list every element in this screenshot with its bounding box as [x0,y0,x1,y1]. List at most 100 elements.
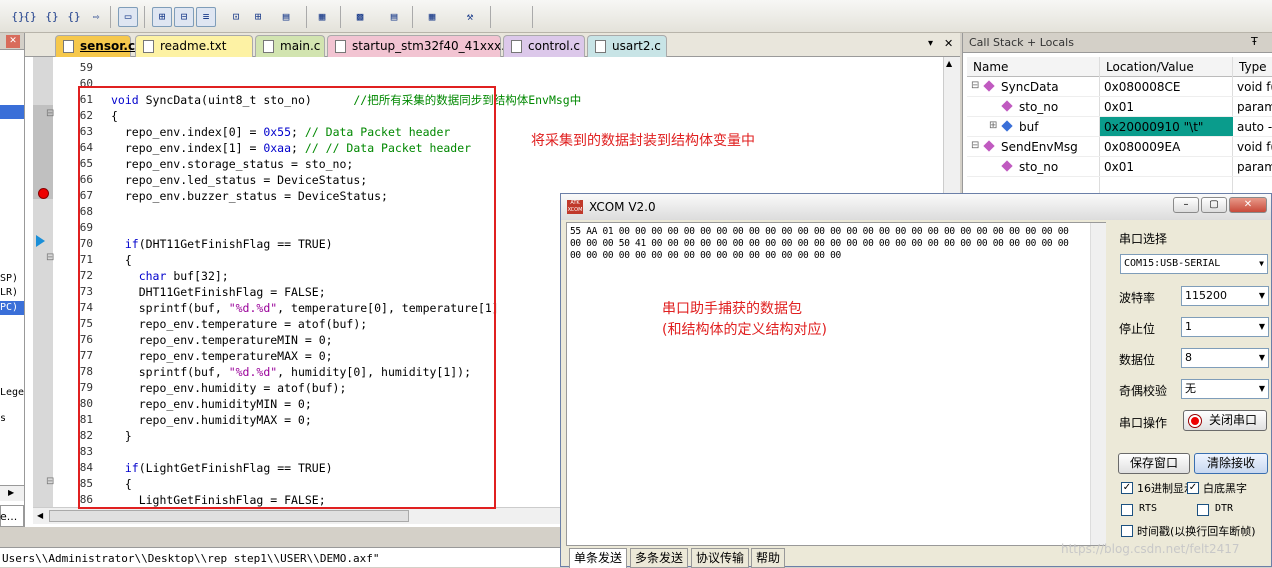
row-value: 0x20000910 "\t" [1100,117,1233,136]
port-select[interactable]: COM15:USB-SERIAL ▼ [1120,254,1268,274]
expander-icon[interactable]: ⊟ [971,80,979,91]
column-header-type[interactable]: Type [1239,60,1267,74]
hex-display-checkbox[interactable]: ✓ [1121,482,1133,494]
tab-usart2-c[interactable]: usart2.c [587,35,667,57]
call-stack-title: Call Stack + Locals [969,36,1074,49]
breakpoint-gutter[interactable] [33,57,53,507]
tab-control-c[interactable]: control.c [503,35,585,57]
fold-icon[interactable]: ⊟ [46,108,54,119]
tab-startup-stm32f40-41xxx-s[interactable]: startup_stm32f40_41xxx.s [327,35,511,57]
parity-select[interactable]: 无 ▼ [1181,379,1269,399]
call-stack-row[interactable]: ⊟ SendEnvMsg 0x080009EA void f( [967,137,1272,157]
white-bg-checkbox[interactable]: ✓ [1187,482,1199,494]
left-fragment: SP) [0,273,19,284]
toolbar-separator [144,6,145,28]
close-icon[interactable]: ✕ [6,35,20,48]
row-name: SyncData [1001,80,1059,94]
column-header-name[interactable]: Name [973,60,1008,74]
scroll-right-icon[interactable]: ▶ [8,488,14,497]
close-port-button[interactable]: 关闭串口 [1183,410,1267,431]
close-editor-icon[interactable]: ✕ [944,37,953,50]
braces-run-icon[interactable]: {} [64,7,84,27]
pin-icon[interactable]: Ŧ [1251,35,1258,48]
tab-protocol[interactable]: 协议传输 [691,548,750,568]
tab-label: sensor.c [80,39,136,53]
trace-icon[interactable]: ▤ [384,7,404,27]
dtr-checkbox[interactable] [1197,504,1209,516]
braces-out-icon[interactable]: {} [20,7,40,27]
tab-help[interactable]: 帮助 [751,548,786,568]
serial-icon[interactable]: ▦ [312,7,332,27]
tab-sensor-c[interactable]: sensor.c [55,35,135,57]
row-type: param [1237,160,1272,174]
variable-icon [1001,100,1013,112]
xcom-logo: ATK XCOM [567,200,583,214]
maximize-button[interactable]: ▢ [1201,197,1227,213]
tab-label: startup_stm32f40_41xxx.s [352,39,512,53]
databits-select[interactable]: 8 ▼ [1181,348,1269,368]
close-button[interactable]: ✕ [1229,197,1267,213]
registers-icon[interactable]: ≡ [196,7,216,27]
close-port-label: 关闭串口 [1208,413,1257,427]
stopbits-select[interactable]: 1 ▼ [1181,317,1269,337]
baud-select[interactable]: 115200 ▼ [1181,286,1269,306]
tab-readme-txt[interactable]: readme.txt [135,35,253,57]
dtr-label: DTR [1215,503,1234,514]
disassembly-icon[interactable]: ⊞ [152,7,172,27]
expander-icon[interactable]: ⊞ [989,120,997,131]
timestamp-checkbox[interactable] [1121,525,1133,537]
braces-step-icon[interactable]: {} [42,7,62,27]
minimize-button[interactable]: – [1173,197,1199,213]
row-name: SendEnvMsg [1001,140,1078,154]
tab-label: main.c [280,39,321,53]
receive-area[interactable]: 55 AA 01 00 00 00 00 00 00 00 00 00 00 0… [566,222,1106,546]
editor-tabs: sensor.c readme.txt main.c startup_stm32f40… [25,33,960,57]
variable-icon [1001,160,1013,172]
databits-value: 8 [1185,351,1192,364]
stopbits-label: 停止位 [1119,322,1156,336]
command-output: Users\\Administrator\\Desktop\\rep step1… [0,547,560,567]
row-value: 0x01 [1104,100,1135,114]
xcom-title: XCOM V2.0 [589,200,656,214]
call-stack-row[interactable]: ⊟ SyncData 0x080008CE void f( [967,77,1272,97]
fold-icon[interactable]: ⊟ [46,252,54,263]
variable-icon [983,80,995,92]
tab-label: readme.txt [160,39,227,53]
call-stack-row[interactable]: sto_no 0x01 param [967,157,1272,177]
left-fragment[interactable]: e... [0,510,17,523]
system-viewer-icon[interactable]: ▦ [422,7,442,27]
file-icon [595,40,606,53]
symbols-icon[interactable]: ⊟ [174,7,194,27]
current-line-arrow-icon [36,235,45,247]
toolbox-icon[interactable]: ⚒ [460,7,480,27]
tab-multi-send[interactable]: 多条发送 [630,548,689,568]
expander-icon[interactable]: ⊟ [971,140,979,151]
tab-main-c[interactable]: main.c [255,35,325,57]
rts-checkbox[interactable] [1121,504,1133,516]
status-path: Users\\Administrator\\Desktop\\rep step1… [2,552,380,565]
row-type: auto - [1237,120,1272,134]
port-value: COM15:USB-SERIAL [1124,258,1221,269]
breakpoint-icon[interactable] [38,188,49,199]
tab-single-send[interactable]: 单条发送 [569,548,628,568]
column-header-value[interactable]: Location/Value [1106,60,1194,74]
call-stack-icon[interactable]: ⊡ [226,7,246,27]
save-window-button[interactable]: 保存窗口 [1118,453,1190,474]
run-to-cursor-icon[interactable]: ⇨ [86,7,106,27]
memory-icon[interactable]: ▤ [276,7,296,27]
call-stack-row[interactable]: ⊞ buf 0x20000910 "\t" auto - [967,117,1272,137]
call-stack-row[interactable]: sto_no 0x01 param [967,97,1272,117]
variable-icon [983,140,995,152]
packet-note: 串口助手捕获的数据包 [662,301,802,317]
command-window-icon[interactable]: ▭ [118,7,138,27]
file-icon [263,40,274,53]
fold-icon[interactable]: ⊟ [46,476,54,487]
analysis-icon[interactable]: ▩ [350,7,370,27]
parity-value: 无 [1185,382,1196,395]
file-icon [143,40,154,53]
tabs-dropdown-icon[interactable]: ▾ [928,38,933,49]
timestamp-label: 时间戳(以换行回车断帧) [1137,525,1256,538]
clear-receive-button[interactable]: 清除接收 [1194,453,1268,474]
watch-icon[interactable]: ⊞ [248,7,268,27]
call-stack-panel: Call Stack + Locals Ŧ Name Location/Valu… [962,33,1272,193]
